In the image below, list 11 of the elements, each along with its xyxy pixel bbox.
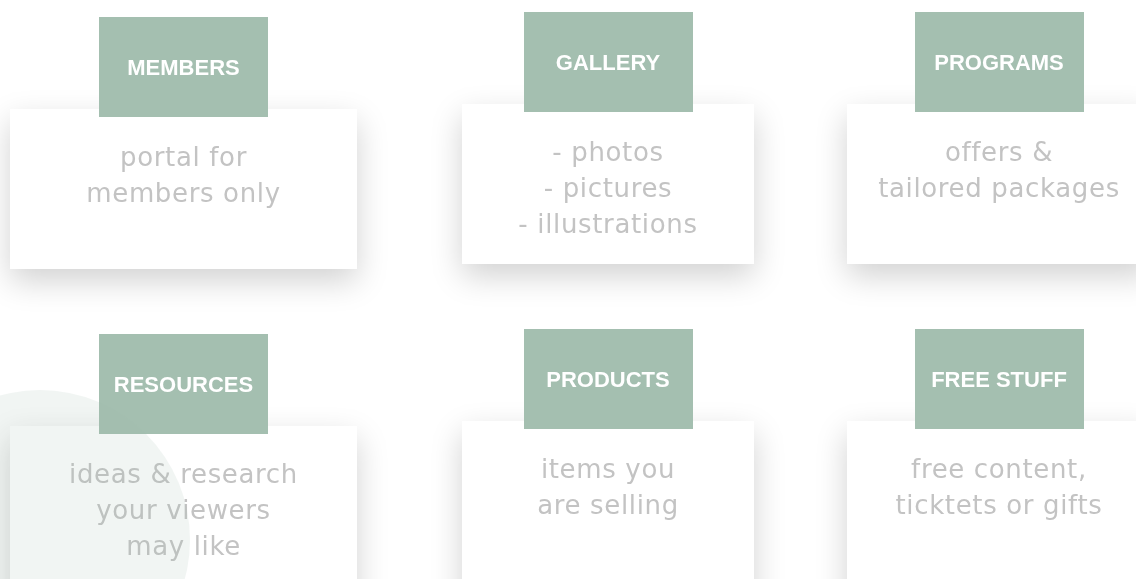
- card-title: FREE STUFF: [914, 329, 1084, 429]
- card-text: items you are selling: [462, 421, 754, 579]
- card-title: GALLERY: [523, 12, 693, 112]
- card-title: PROGRAMS: [914, 12, 1084, 112]
- card-text: offers & tailored packages: [847, 104, 1136, 264]
- card-text: - photos - pictures - illustrations: [462, 104, 754, 264]
- card-title: MEMBERS: [99, 17, 268, 117]
- card-text: portal for members only: [10, 109, 357, 269]
- card-title: PRODUCTS: [523, 329, 693, 429]
- card-text: free content, ticktets or gifts: [847, 421, 1136, 579]
- card-title: RESOURCES: [99, 334, 268, 434]
